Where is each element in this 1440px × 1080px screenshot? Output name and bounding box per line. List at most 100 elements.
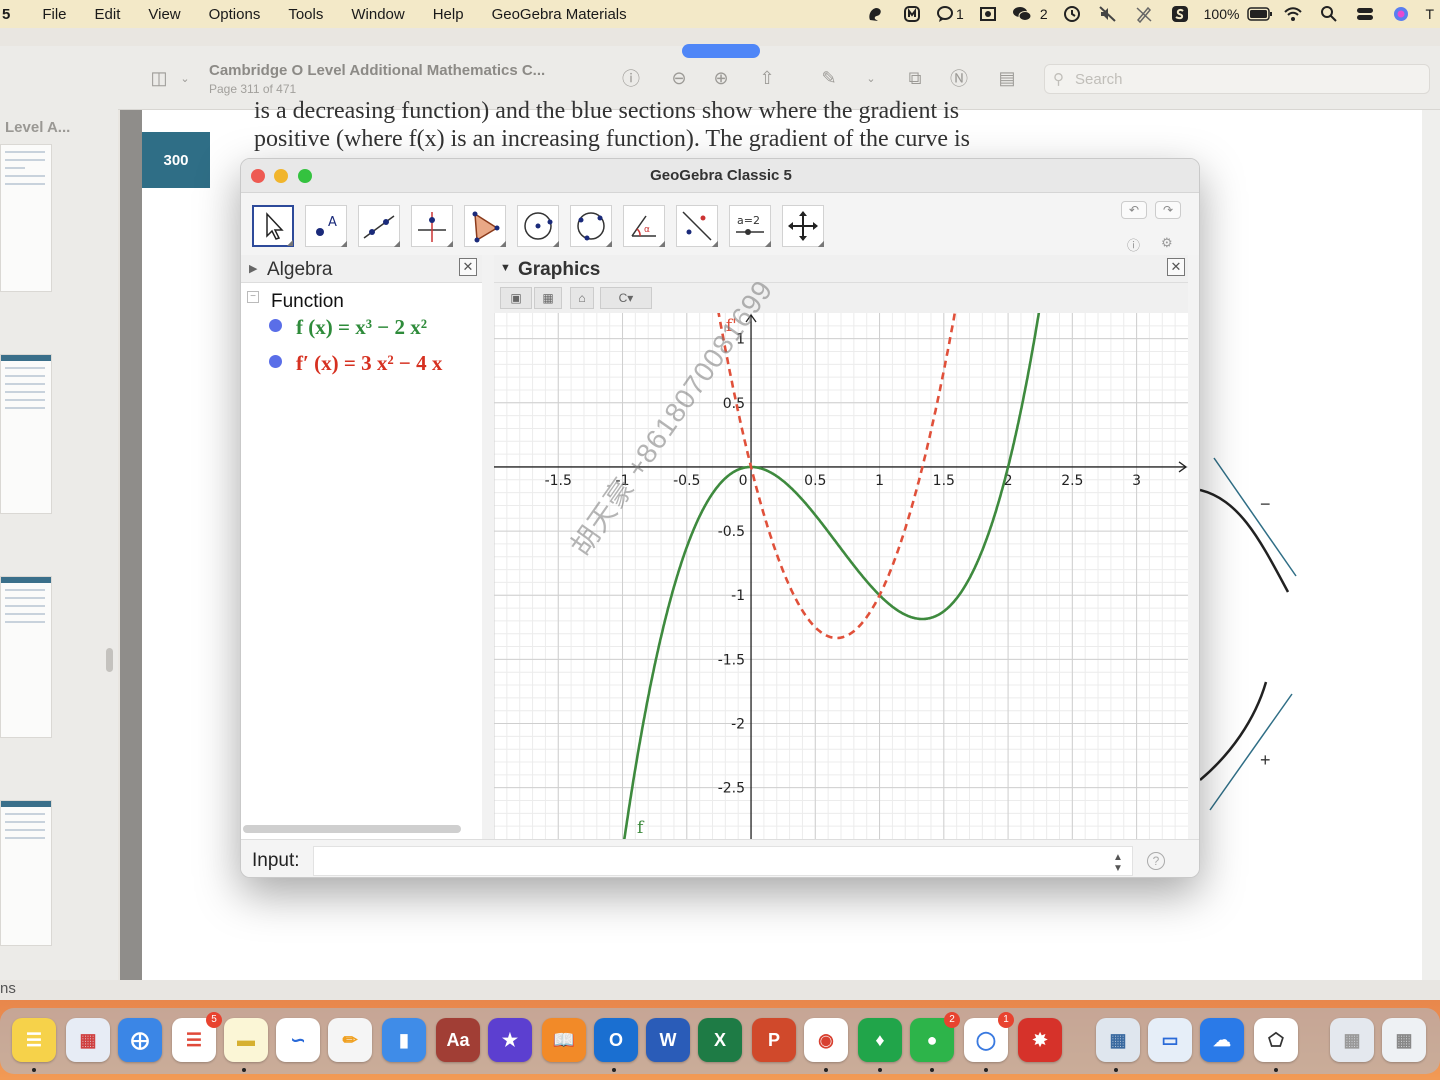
history-icon[interactable] — [1054, 0, 1090, 28]
slider-tool-button[interactable]: a=2 ◢ — [729, 205, 771, 248]
minimize-window-button[interactable] — [274, 169, 288, 183]
algebra-view-header[interactable]: ▶ Algebra ✕ — [241, 255, 482, 283]
reminders-app-icon[interactable]: ☰ 5 — [172, 1012, 222, 1062]
squirrel-icon[interactable] — [858, 0, 894, 28]
mute-icon[interactable] — [1090, 0, 1126, 28]
page-thumbnail[interactable] — [0, 354, 52, 514]
reflect-tool-button[interactable]: ◢ — [676, 205, 718, 248]
s-app-icon[interactable] — [1162, 0, 1198, 28]
screenshot-icon[interactable] — [970, 0, 1006, 28]
undo-button[interactable]: ↶ — [1121, 201, 1147, 219]
clock-text[interactable]: T — [1419, 0, 1440, 28]
menu-help[interactable]: Help — [419, 6, 478, 23]
trash-icon[interactable]: ▦ — [1382, 1018, 1426, 1062]
pen-off-icon[interactable] — [1126, 0, 1162, 28]
visibility-dot-icon[interactable] — [269, 355, 282, 368]
wechat-status-icon[interactable]: 2 — [1006, 0, 1054, 28]
maximize-window-button[interactable] — [298, 169, 312, 183]
view-divider[interactable] — [482, 255, 494, 839]
downloads-folder-icon[interactable]: ▦ — [1330, 1018, 1374, 1062]
menu-tools[interactable]: Tools — [274, 6, 337, 23]
keynote-app-icon[interactable]: ▮ — [382, 1018, 426, 1062]
screen-sharing-app-icon[interactable]: ▭ — [1148, 1018, 1192, 1062]
rotate-icon[interactable]: ⧉ — [902, 66, 928, 90]
input-history-stepper[interactable]: ▲ ▼ — [1113, 852, 1123, 874]
zoom-in-icon[interactable]: ⊕ — [708, 66, 734, 90]
wifi-icon[interactable] — [1275, 0, 1311, 28]
markup-chevron-icon[interactable]: ⌄ — [858, 66, 884, 90]
point-capture-dropdown[interactable]: C▾ — [600, 287, 652, 309]
zoom-out-icon[interactable]: ⊖ — [666, 66, 692, 90]
window-tab-indicator[interactable] — [682, 44, 760, 58]
page-thumbnail[interactable] — [0, 800, 52, 946]
close-window-button[interactable] — [251, 169, 265, 183]
move-graphics-view-tool-button[interactable]: ◢ — [782, 205, 824, 248]
safari-app-icon[interactable]: ⨁ — [118, 1018, 162, 1062]
evernote-app-icon[interactable]: ♦ — [858, 1018, 902, 1062]
stickies-app-icon[interactable]: ☰ — [12, 1018, 56, 1062]
input-field[interactable] — [313, 846, 1133, 876]
battery-icon[interactable] — [1245, 0, 1275, 28]
spotlight-search-icon[interactable] — [1311, 0, 1347, 28]
toggle-grid-button[interactable]: ▦ — [534, 287, 562, 309]
chevron-down-icon[interactable]: ▼ — [500, 262, 511, 274]
sidebar-toggle-icon[interactable]: ◫ — [146, 66, 172, 90]
excel-app-icon[interactable]: X — [698, 1018, 742, 1062]
algebra-close-button[interactable]: ✕ — [459, 258, 477, 276]
cloud-app-icon[interactable]: ☁ — [1200, 1018, 1244, 1062]
visibility-dot-icon[interactable] — [269, 319, 282, 332]
launchpad-app-icon[interactable]: ▦ — [66, 1018, 110, 1062]
point-tool-button[interactable]: A ◢ — [305, 205, 347, 248]
control-center-icon[interactable] — [1347, 0, 1383, 28]
geogebra-app-icon[interactable]: ⬠ — [1254, 1018, 1298, 1062]
menu-app-number[interactable]: 5 — [0, 6, 28, 23]
search-field[interactable]: ⚲ Search — [1044, 64, 1430, 94]
powerpoint-app-icon[interactable]: P — [752, 1018, 796, 1062]
info-icon[interactable]: ⓘ — [618, 66, 644, 90]
move-tool-button[interactable]: ◢ — [252, 205, 294, 247]
sidebar-scrollbar[interactable] — [106, 648, 113, 672]
markup-circle-icon[interactable]: Ⓝ — [946, 66, 972, 90]
collapse-group-icon[interactable]: − — [247, 291, 259, 303]
settings-gear-icon[interactable]: ⚙ — [1161, 235, 1173, 251]
menu-file[interactable]: File — [28, 6, 80, 23]
pencil-app-icon[interactable]: ✏ — [328, 1018, 372, 1062]
algebra-horizontal-scrollbar[interactable] — [243, 825, 461, 833]
algebra-item-f-prime[interactable]: f′ (x) = 3 x² − 4 x — [269, 351, 442, 376]
chat-status-icon[interactable]: 1 — [930, 0, 970, 28]
perpendicular-tool-button[interactable]: ◢ — [411, 205, 453, 248]
imovie-app-icon[interactable]: ★ — [488, 1018, 532, 1062]
input-help-icon[interactable]: ? — [1147, 852, 1165, 870]
polygon-tool-button[interactable]: ◢ — [464, 205, 506, 248]
function-plot[interactable]: -1.5 -1 -0.5 0 0.5 1 1.5 2 2.5 30.51-0.5-1-1.5-2-… — [494, 313, 1188, 839]
notes-app-icon[interactable]: ▬ — [224, 1018, 268, 1062]
help-icon[interactable]: ⓘ — [1127, 235, 1140, 254]
menu-view[interactable]: View — [134, 6, 194, 23]
page-thumbnail[interactable] — [0, 576, 52, 738]
outlook-app-icon[interactable]: O — [594, 1018, 638, 1062]
chrome-app-icon[interactable]: ◉ — [804, 1018, 848, 1062]
home-view-button[interactable]: ⌂ — [570, 287, 594, 309]
graphics-view-header[interactable]: ▼ Graphics ✕ — [494, 255, 1188, 283]
redo-button[interactable]: ↷ — [1155, 201, 1181, 219]
markup-pen-icon[interactable]: ✎ — [816, 66, 842, 90]
dictionary-app-icon[interactable]: Aa — [436, 1018, 480, 1062]
form-fill-icon[interactable]: ▤ — [994, 66, 1020, 90]
circle-center-tool-button[interactable]: ◢ — [517, 205, 559, 248]
word-app-icon[interactable]: W — [646, 1018, 690, 1062]
freeform-app-icon[interactable]: ∽ — [276, 1018, 320, 1062]
wolfram-app-icon[interactable]: ✸ — [1018, 1018, 1062, 1062]
algebra-item-f[interactable]: f (x) = x³ − 2 x² — [269, 315, 427, 340]
books-app-icon[interactable]: 📖 — [542, 1018, 586, 1062]
menu-options[interactable]: Options — [195, 6, 275, 23]
share-icon[interactable]: ⇧ — [754, 66, 780, 90]
menu-geogebra-materials[interactable]: GeoGebra Materials — [478, 6, 641, 23]
m-app-icon[interactable] — [894, 0, 930, 28]
graphics-canvas[interactable]: -1.5 -1 -0.5 0 0.5 1 1.5 2 2.5 3 0.5 1 -0.5 -1 -1.5 -2-… — [494, 313, 1188, 839]
chevron-down-icon[interactable]: ⌄ — [172, 66, 198, 90]
angle-tool-button[interactable]: α ◢ — [623, 205, 665, 248]
line-tool-button[interactable]: ◢ — [358, 205, 400, 248]
circle-three-points-tool-button[interactable]: ◢ — [570, 205, 612, 248]
toggle-axes-button[interactable]: ▣ — [500, 287, 532, 309]
chevron-right-icon[interactable]: ▶ — [249, 262, 257, 275]
